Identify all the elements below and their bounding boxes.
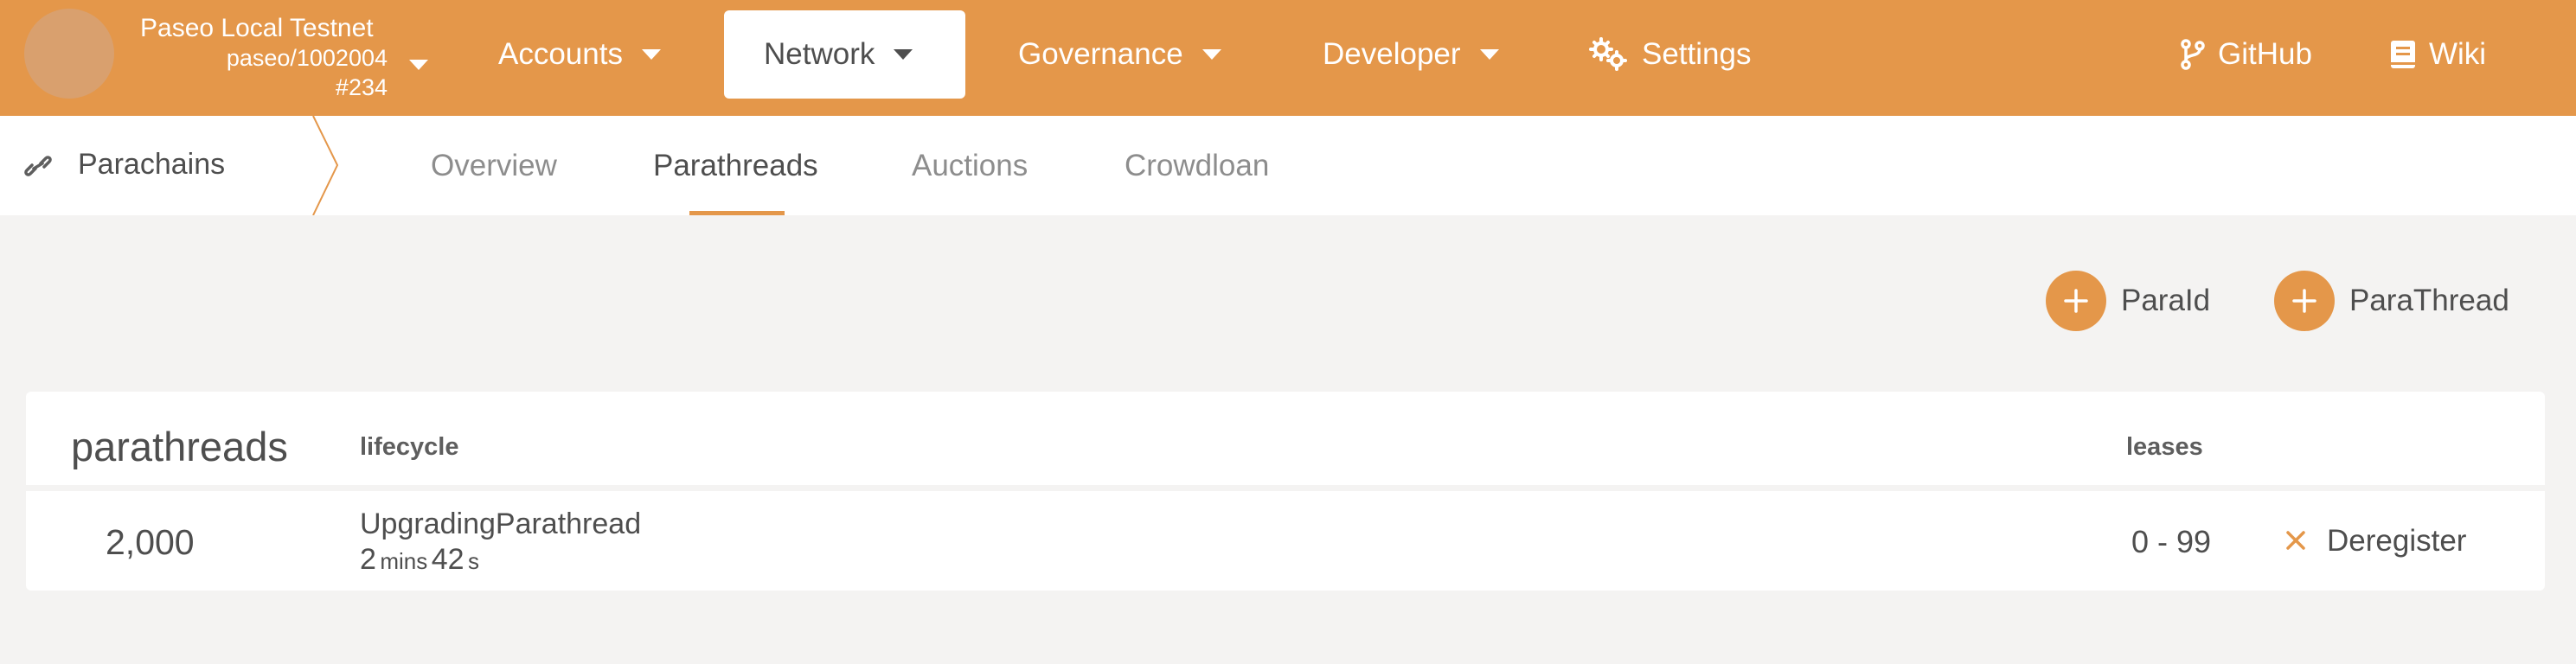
- table-title: parathreads: [71, 424, 288, 469]
- chain-selector[interactable]: Paseo Local Testnet paseo/1002004 #234: [130, 10, 428, 105]
- plus-icon: [2274, 271, 2335, 331]
- best-block-number: #234: [335, 74, 388, 100]
- section-parachains[interactable]: Parachains: [0, 116, 342, 215]
- chevron-down-icon: [894, 49, 913, 60]
- tab-auctions[interactable]: Auctions: [912, 116, 1028, 215]
- chain-logo[interactable]: [24, 9, 114, 99]
- add-paraid-button[interactable]: ParaId: [2046, 271, 2210, 331]
- countdown-minutes-unit: mins: [380, 548, 428, 574]
- nav-network-label: Network: [764, 37, 875, 71]
- parathread-id: 2,000: [106, 522, 195, 562]
- github-label: GitHub: [2218, 37, 2312, 71]
- nav-network[interactable]: Network: [724, 10, 965, 99]
- lifecycle-status: UpgradingParathread: [360, 508, 642, 540]
- runtime-version: paseo/1002004: [226, 45, 388, 71]
- chevron-down-icon: [641, 49, 661, 60]
- column-header-leases: leases: [2126, 433, 2203, 461]
- countdown-minutes: 2: [360, 543, 376, 576]
- tab-parathreads[interactable]: Parathreads: [653, 116, 818, 215]
- nav-developer-label: Developer: [1323, 37, 1461, 71]
- add-paraid-label: ParaId: [2121, 284, 2211, 317]
- link-icon: [22, 152, 54, 184]
- nav-governance[interactable]: Governance: [1018, 10, 1221, 99]
- code-branch-icon: [2180, 38, 2206, 71]
- add-parathread-button[interactable]: ParaThread: [2274, 271, 2509, 331]
- countdown-seconds: 42: [431, 543, 465, 576]
- add-parathread-label: ParaThread: [2349, 284, 2509, 317]
- parathreads-table-header: parathreads lifecycle leases: [26, 392, 2545, 485]
- github-link[interactable]: GitHub: [2180, 10, 2312, 99]
- table-row: 2,000 UpgradingParathread 2 mins 42 s 0 …: [26, 491, 2545, 591]
- deregister-button[interactable]: Deregister: [2285, 520, 2466, 563]
- nav-developer[interactable]: Developer: [1323, 10, 1499, 99]
- nav-accounts[interactable]: Accounts: [498, 10, 661, 99]
- column-header-lifecycle: lifecycle: [360, 433, 459, 461]
- lease-range: 0 - 99: [2131, 524, 2211, 559]
- tab-overview[interactable]: Overview: [431, 116, 557, 215]
- active-tab-indicator: [689, 211, 785, 215]
- countdown-seconds-unit: s: [468, 548, 480, 574]
- lifecycle-countdown: 2 mins 42 s: [360, 543, 479, 577]
- wiki-link[interactable]: Wiki: [2389, 10, 2486, 99]
- deregister-label: Deregister: [2327, 524, 2467, 558]
- chevron-right-divider: [312, 116, 339, 215]
- chevron-down-icon: [1479, 49, 1499, 60]
- book-icon: [2389, 39, 2417, 70]
- nav-settings[interactable]: Settings: [1588, 10, 1751, 99]
- plus-icon: [2046, 271, 2106, 331]
- section-label: Parachains: [78, 148, 226, 181]
- top-navigation-bar: Paseo Local Testnet paseo/1002004 #234 A…: [0, 0, 2576, 116]
- tab-crowdloan[interactable]: Crowdloan: [1125, 116, 1269, 215]
- chevron-down-icon: [1201, 49, 1221, 60]
- close-icon: [2285, 524, 2306, 559]
- nav-settings-label: Settings: [1642, 37, 1752, 71]
- nav-accounts-label: Accounts: [498, 37, 623, 71]
- sub-navigation: Parachains Overview Parathreads Auctions…: [0, 116, 2576, 215]
- chain-name: Paseo Local Testnet: [140, 14, 374, 42]
- nav-governance-label: Governance: [1018, 37, 1183, 71]
- chevron-down-icon: [409, 60, 428, 70]
- gears-icon: [1588, 37, 1628, 72]
- wiki-label: Wiki: [2429, 37, 2487, 71]
